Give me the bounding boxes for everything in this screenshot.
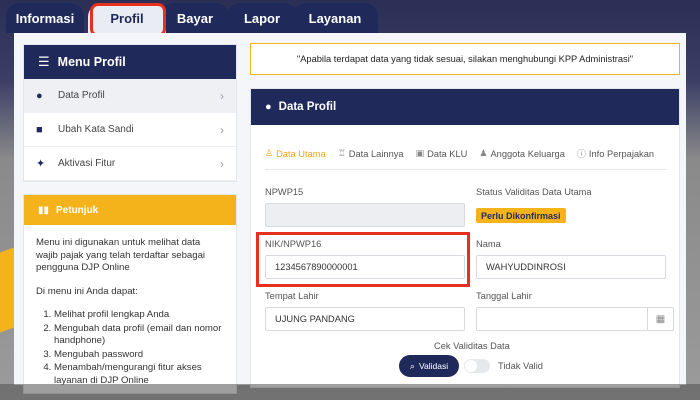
user-icon: ● <box>265 101 272 113</box>
tanggal-lahir-field[interactable]: ▦ <box>476 307 674 331</box>
menu-item-ubah-kata-sandi[interactable]: ■ Ubah Kata Sandi › <box>24 113 236 147</box>
chevron-right-icon: › <box>220 122 224 137</box>
guide-step: Mengubah password <box>54 349 224 362</box>
book-icon: ▮▮ <box>38 204 50 216</box>
chevron-right-icon: › <box>220 156 224 171</box>
tab-lapor[interactable]: Lapor <box>226 3 298 33</box>
tempat-lahir-label: Tempat Lahir <box>265 291 319 301</box>
decorative-stripe <box>0 247 14 333</box>
status-badge: Perlu Dikonfirmasi <box>476 208 566 223</box>
nama-label: Nama <box>476 239 501 249</box>
subtab-label: Data Utama <box>276 148 326 159</box>
guide-step: Mengubah data profil (email dan nomor ha… <box>54 323 224 348</box>
pin-icon: ✦ <box>36 158 46 170</box>
subtab-anggota-keluarga[interactable]: ♟ Anggota Keluarga <box>479 147 565 160</box>
users-icon: ♟ <box>479 148 488 158</box>
subtab-data-klu[interactable]: ▣ Data KLU <box>416 147 468 160</box>
guide-body: Menu ini digunakan untuk melihat data wa… <box>24 225 236 400</box>
tidak-valid-label: Tidak Valid <box>498 361 543 371</box>
guide-intro: Menu ini digunakan untuk melihat data wa… <box>36 237 206 273</box>
profile-title: Data Profil <box>278 101 337 113</box>
hamburger-icon: ☰ <box>38 54 50 69</box>
sitemap-icon: ♖ <box>337 148 346 158</box>
menu-item-label: Data Profil <box>58 90 105 101</box>
menu-item-label: Aktivasi Fitur <box>58 158 116 169</box>
guide-header: ▮▮ Petunjuk <box>24 195 236 225</box>
top-tabs: Informasi Bayar Lapor Layanan Profil <box>0 0 700 37</box>
subtab-data-lainnya[interactable]: ♖ Data Lainnya <box>338 147 404 160</box>
menu-item-aktivasi-fitur[interactable]: ✦ Aktivasi Fitur › <box>24 147 236 181</box>
menu-header: ☰ Menu Profil <box>24 45 236 79</box>
profile-header: ● Data Profil <box>251 89 679 125</box>
main-panel: ☰ Menu Profil ● Data Profil › ■ Ubah Kat… <box>14 33 686 394</box>
npwp15-label: NPWP15 <box>265 187 304 197</box>
subtab-info-perpajakan[interactable]: ⓘ Info Perpajakan <box>577 147 654 160</box>
lock-icon: ■ <box>36 123 43 136</box>
guide-steps: Melihat profil lengkap Anda Mengubah dat… <box>36 309 224 387</box>
tanggal-lahir-label: Tanggal Lahir <box>476 291 532 301</box>
profile-subtabs: ♙ Data Utama ♖ Data Lainnya ▣ Data KLU ♟… <box>265 147 675 160</box>
status-validitas-label: Status Validitas Data Utama <box>476 187 592 197</box>
profil-tab-highlight-box <box>90 3 166 37</box>
nik-highlight-box <box>256 232 470 287</box>
subtab-data-utama[interactable]: ♙ Data Utama <box>265 147 326 160</box>
notice-banner: "Apabila terdapat data yang tidak sesuai… <box>250 43 680 75</box>
menu-item-label: Ubah Kata Sandi <box>58 124 134 135</box>
nama-field[interactable]: WAHYUDDINROSI <box>476 255 666 279</box>
chevron-right-icon: › <box>220 88 224 103</box>
subtab-label: Data KLU <box>427 148 468 159</box>
subtab-divider <box>265 169 667 170</box>
subtab-label: Info Perpajakan <box>588 148 655 159</box>
validasi-button[interactable]: ⌕ Validasi <box>399 355 459 377</box>
guide-title: Petunjuk <box>56 204 99 216</box>
bottom-fade-overlay <box>0 384 700 400</box>
tempat-lahir-field[interactable]: UJUNG PANDANG <box>265 307 465 331</box>
guide-panel: ▮▮ Petunjuk Menu ini digunakan untuk mel… <box>23 194 237 394</box>
subtab-label: Anggota Keluarga <box>490 148 565 159</box>
user-icon: ● <box>36 89 43 102</box>
guide-step: Melihat profil lengkap Anda <box>54 309 224 322</box>
cek-validitas-label: Cek Validitas Data <box>434 341 510 351</box>
data-profil-card: ● Data Profil ♙ Data Utama ♖ Data Lainny… <box>250 88 680 388</box>
info-icon: ⓘ <box>576 149 586 159</box>
search-icon: ⌕ <box>409 360 415 371</box>
subtab-label: Data Lainnya <box>348 148 404 159</box>
tab-informasi[interactable]: Informasi <box>6 3 84 33</box>
menu-title: Menu Profil <box>57 55 126 69</box>
box-icon: ▣ <box>415 148 425 158</box>
menu-item-data-profil[interactable]: ● Data Profil › <box>24 79 236 113</box>
person-icon: ♙ <box>265 148 274 158</box>
tab-layanan[interactable]: Layanan <box>292 3 378 33</box>
guide-lead: Di menu ini Anda dapat: <box>36 285 138 297</box>
validasi-label: Validasi <box>418 361 449 371</box>
profile-menu: ☰ Menu Profil ● Data Profil › ■ Ubah Kat… <box>23 44 237 182</box>
validity-toggle[interactable] <box>464 359 490 373</box>
npwp15-field[interactable] <box>265 203 465 227</box>
calendar-icon[interactable]: ▦ <box>647 308 673 330</box>
tab-bayar[interactable]: Bayar <box>160 3 230 33</box>
